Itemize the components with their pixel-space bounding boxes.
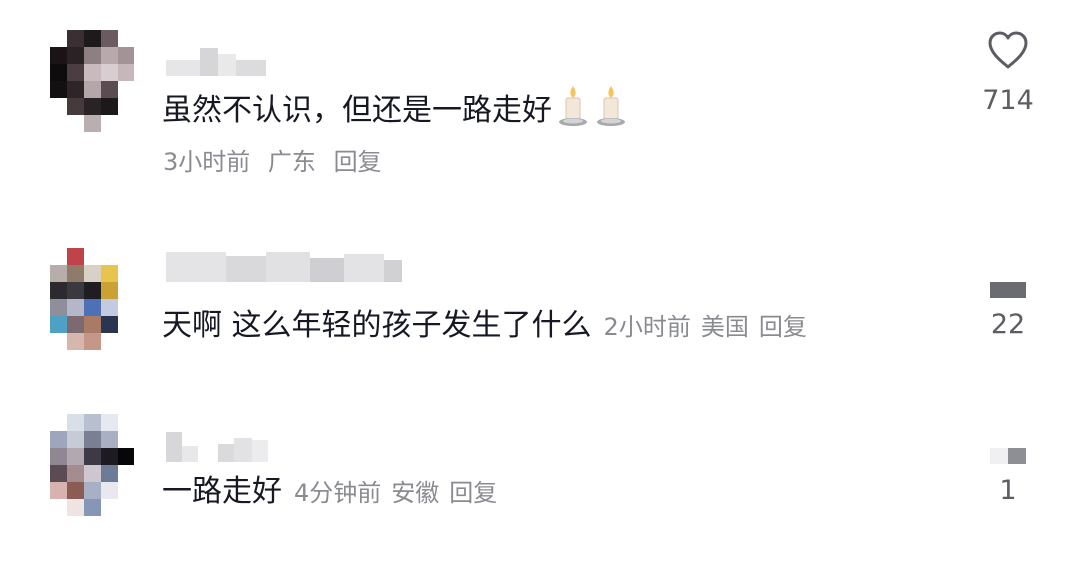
comment-time: 2小时前 [603,313,691,341]
reply-button[interactable]: 回复 [759,313,807,341]
comment-text: 天啊 这么年轻的孩子发生了什么 2小时前 美国 回复 [162,306,807,347]
reply-button[interactable]: 回复 [449,479,497,507]
comment-text: 虽然不认识，但还是一路走好 [162,84,628,139]
username[interactable] [166,44,266,76]
avatar[interactable] [50,30,134,132]
comment-content: 一路走好 [162,474,282,509]
like-count: 714 [982,85,1034,116]
reply-button[interactable]: 回复 [334,148,382,176]
like-button[interactable]: 714 [976,30,1040,118]
comment-content: 虽然不认识，但还是一路走好 [162,93,552,128]
candle-emoji-icon [594,84,628,139]
like-button[interactable]: 1 [976,448,1040,508]
username[interactable] [166,250,402,282]
comment-time: 4分钟前 [294,479,382,507]
avatar[interactable] [50,414,134,516]
comment-location: 安徽 [391,479,440,507]
comment-time: 3小时前 [163,148,251,176]
comment-meta: 3小时前 广东 回复 [163,146,382,178]
avatar[interactable] [50,248,134,350]
like-count: 1 [999,475,1017,506]
heart-icon[interactable] [976,282,1040,298]
comment-content: 天啊 这么年轻的孩子发生了什么 [162,308,592,343]
like-count: 22 [990,309,1026,340]
username[interactable] [166,430,268,462]
comment-meta: 2小时前 美国 回复 [604,313,807,341]
comment-meta: 4分钟前 安徽 回复 [294,479,497,507]
heart-icon[interactable] [986,30,1030,70]
comment-location: 美国 [700,313,749,341]
comment-location: 广东 [267,148,316,176]
like-button[interactable]: 22 [976,282,1040,342]
heart-icon[interactable] [976,448,1040,464]
comment-text: 一路走好 4分钟前 安徽 回复 [162,472,497,513]
candle-emoji-icon [556,84,590,139]
